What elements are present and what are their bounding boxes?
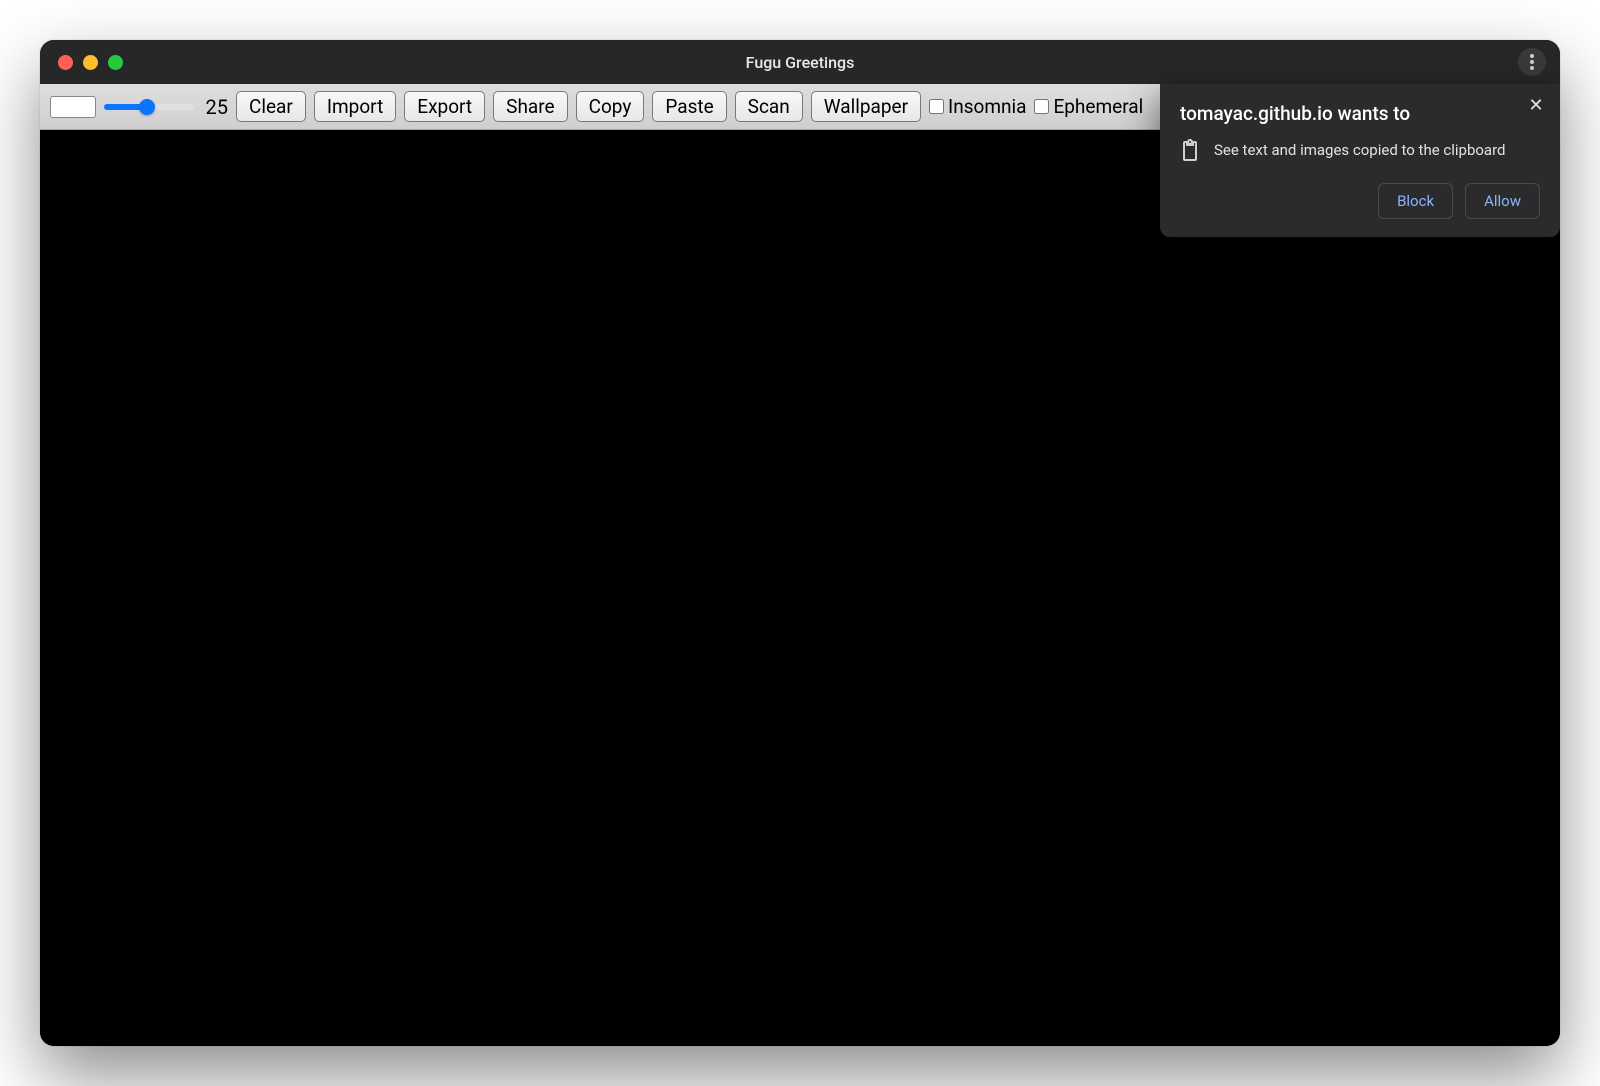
clear-button[interactable]: Clear xyxy=(236,91,306,122)
insomnia-label: Insomnia xyxy=(948,95,1026,118)
vertical-dots-icon xyxy=(1530,54,1534,70)
clipboard-icon xyxy=(1180,139,1200,161)
permission-prompt: ✕ tomayac.github.io wants to See text an… xyxy=(1160,84,1560,237)
insomnia-checkbox[interactable] xyxy=(929,99,944,114)
minimize-window-button[interactable] xyxy=(83,55,98,70)
permission-actions: Block Allow xyxy=(1180,183,1540,219)
slider-thumb[interactable] xyxy=(139,99,155,115)
copy-button[interactable]: Copy xyxy=(576,91,645,122)
traffic-lights xyxy=(40,55,123,70)
ephemeral-toggle[interactable]: Ephemeral xyxy=(1034,95,1143,118)
fullscreen-window-button[interactable] xyxy=(108,55,123,70)
permission-detail-row: See text and images copied to the clipbo… xyxy=(1180,139,1540,161)
drawing-canvas[interactable] xyxy=(40,130,1560,1046)
titlebar: Fugu Greetings xyxy=(40,40,1560,84)
export-button[interactable]: Export xyxy=(404,91,485,122)
permission-description: See text and images copied to the clipbo… xyxy=(1214,141,1506,159)
permission-origin: tomayac.github.io xyxy=(1180,102,1333,125)
allow-button[interactable]: Allow xyxy=(1465,183,1540,219)
import-button[interactable]: Import xyxy=(314,91,396,122)
brush-size-control: 25 xyxy=(104,95,228,119)
permission-title: tomayac.github.io wants to xyxy=(1180,102,1540,125)
brush-size-slider[interactable] xyxy=(104,104,194,110)
permission-wants-to: wants to xyxy=(1338,102,1411,125)
color-picker[interactable] xyxy=(50,96,96,118)
overflow-menu-button[interactable] xyxy=(1518,48,1546,76)
app-window: Fugu Greetings 25 Clear Import Export Sh… xyxy=(40,40,1560,1046)
paste-button[interactable]: Paste xyxy=(652,91,726,122)
insomnia-toggle[interactable]: Insomnia xyxy=(929,95,1026,118)
ephemeral-checkbox[interactable] xyxy=(1034,99,1049,114)
close-icon[interactable]: ✕ xyxy=(1524,94,1548,118)
share-button[interactable]: Share xyxy=(493,91,567,122)
wallpaper-button[interactable]: Wallpaper xyxy=(811,91,921,122)
close-window-button[interactable] xyxy=(58,55,73,70)
scan-button[interactable]: Scan xyxy=(735,91,803,122)
window-title: Fugu Greetings xyxy=(40,53,1560,72)
ephemeral-label: Ephemeral xyxy=(1053,95,1143,118)
block-button[interactable]: Block xyxy=(1378,183,1453,219)
brush-size-value: 25 xyxy=(200,95,228,119)
